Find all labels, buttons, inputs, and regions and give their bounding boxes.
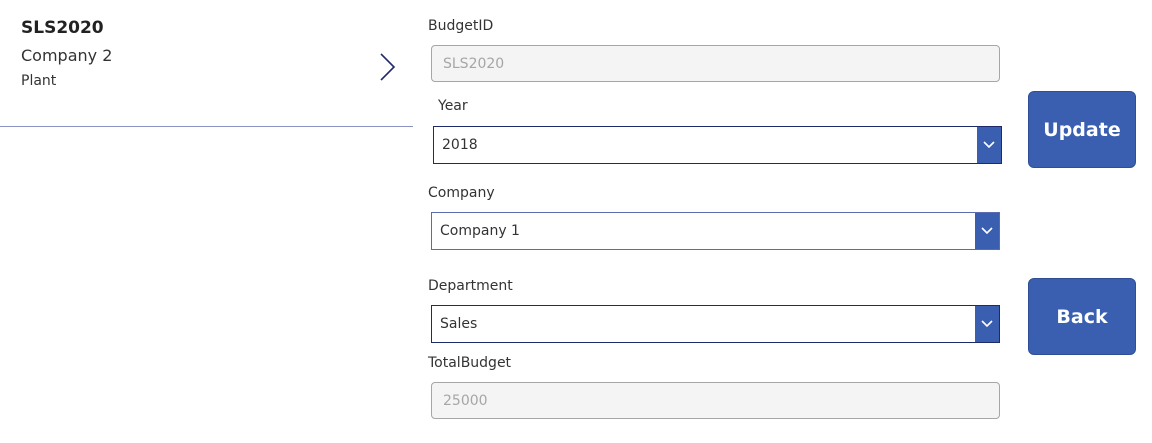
chevron-down-icon[interactable] — [975, 306, 999, 342]
department-dropdown[interactable]: Sales — [431, 305, 1000, 343]
budgetid-input[interactable]: SLS2020 — [431, 45, 1000, 82]
back-button[interactable]: Back — [1028, 278, 1136, 355]
chevron-down-icon[interactable] — [975, 213, 999, 249]
totalbudget-input[interactable]: 25000 — [431, 382, 1000, 419]
company-value: Company 1 — [440, 223, 520, 239]
year-label: Year — [438, 98, 468, 114]
totalbudget-label: TotalBudget — [428, 355, 512, 371]
list-item-body: Plant — [21, 73, 57, 89]
update-button[interactable]: Update — [1028, 91, 1136, 168]
company-label: Company — [428, 185, 495, 201]
budgetid-label: BudgetID — [428, 18, 494, 34]
department-label: Department — [428, 278, 513, 294]
department-value: Sales — [440, 316, 478, 332]
company-dropdown[interactable]: Company 1 — [431, 212, 1000, 250]
list-item-subtitle: Company 2 — [21, 46, 113, 65]
chevron-down-icon[interactable] — [977, 127, 1001, 163]
chevron-right-icon[interactable] — [378, 52, 398, 82]
list-item-title: SLS2020 — [21, 18, 104, 38]
year-value: 2018 — [442, 137, 478, 153]
year-dropdown[interactable]: 2018 — [433, 126, 1002, 164]
list-item[interactable]: SLS2020 Company 2 Plant — [0, 0, 413, 127]
